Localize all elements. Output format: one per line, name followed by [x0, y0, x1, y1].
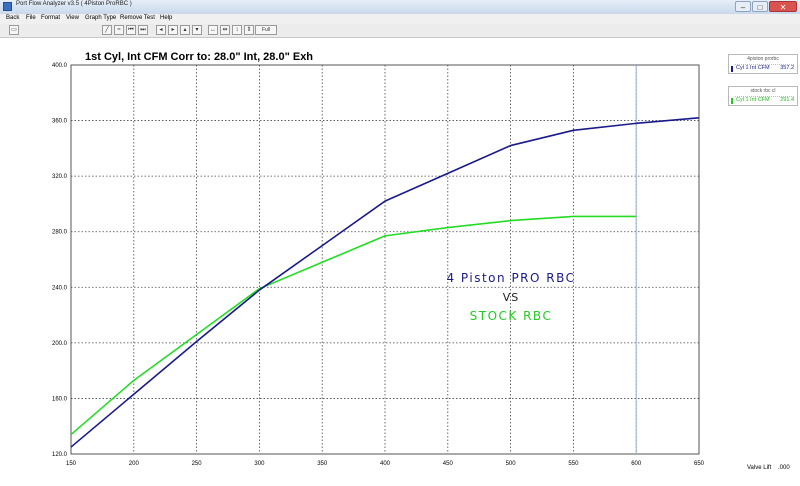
flow-chart: 150 200 250 300 350 400 450 500 550 600 650 400.0 36… — [52, 51, 790, 471]
annotation-vs: VS — [503, 291, 520, 304]
arrow-down-icon: ▾ — [195, 27, 199, 33]
menu-format[interactable]: Format — [41, 15, 60, 21]
compress-vertical-icon: ⇕ — [246, 27, 252, 33]
x-axis-label: Valve Lift — [747, 465, 772, 471]
annotation-line1: 4 Piston PRO RBC — [446, 271, 575, 285]
legend-test-title: 4piston prorbc — [747, 56, 779, 62]
legend-series-value: 357.2 — [780, 65, 794, 71]
x-tick-label: 400 — [380, 461, 391, 467]
x-tick-label: 450 — [443, 461, 454, 467]
legend-series-value: 291.4 — [780, 97, 794, 103]
prev-button[interactable]: ◂ — [156, 25, 166, 35]
close-button[interactable]: ✕ — [769, 1, 797, 12]
y-tick-label: 280.0 — [52, 230, 68, 236]
y-tick-label: 320.0 — [52, 174, 68, 180]
window-title: Port Flow Analyzer v3.5 ( 4Piston ProRBC… — [16, 1, 132, 7]
print-button[interactable]: ▭ — [9, 25, 19, 35]
x-axis-unit: .000 — [778, 465, 790, 471]
down-button[interactable]: ▾ — [192, 25, 202, 35]
x-tick-label: 350 — [317, 461, 328, 467]
arrow-right-icon: ▸ — [171, 27, 175, 33]
last-icon: ⏭ — [140, 27, 146, 33]
last-record-button[interactable]: ⏭ — [138, 25, 148, 35]
chart-ticks: 150 200 250 300 350 400 450 500 550 600 650 400.0 36… — [52, 63, 705, 467]
x-tick-label: 300 — [254, 461, 265, 467]
menu-remove-test[interactable]: Remove Test — [120, 15, 155, 21]
legend-swatch — [731, 98, 733, 104]
zoom-in-y-button[interactable]: ↕ — [232, 25, 242, 35]
y-tick-label: 200.0 — [52, 341, 68, 347]
x-tick-label: 600 — [631, 461, 642, 467]
y-tick-label: 400.0 — [52, 63, 68, 69]
first-icon: ⏮ — [128, 27, 134, 33]
y-tick-label: 160.0 — [52, 396, 68, 402]
arrow-up-icon: ▴ — [183, 27, 187, 33]
next-button[interactable]: ▸ — [168, 25, 178, 35]
x-tick-label: 650 — [694, 461, 705, 467]
x-tick-label: 500 — [506, 461, 517, 467]
chart-multi-button[interactable]: ≈ — [114, 25, 124, 35]
legend-item[interactable]: stock rbc cl Cyl 1 Int CFM 291.4 — [728, 86, 798, 106]
zoom-out-x-button[interactable]: ⇹ — [220, 25, 230, 35]
legend-series-name: Cyl 1 Int CFM — [736, 97, 770, 103]
minimize-button[interactable]: – — [735, 1, 751, 12]
x-tick-label: 150 — [66, 461, 77, 467]
full-view-button[interactable]: Full View — [255, 25, 277, 35]
legend-swatch — [731, 66, 733, 72]
app-icon — [3, 2, 12, 11]
y-tick-label: 120.0 — [52, 452, 68, 458]
y-tick-label: 360.0 — [52, 119, 68, 125]
legend-series-name: Cyl 1 Int CFM — [736, 65, 770, 71]
legend-item[interactable]: 4piston prorbc Cyl 1 Int CFM 357.2 — [728, 54, 798, 74]
expand-vertical-icon: ↕ — [235, 27, 239, 33]
menu-view[interactable]: View — [66, 15, 79, 21]
printer-icon: ▭ — [11, 27, 17, 33]
menu-graph-type[interactable]: Graph Type — [85, 15, 116, 21]
x-tick-label: 250 — [192, 461, 203, 467]
x-tick-label: 550 — [568, 461, 579, 467]
plot-frame — [70, 64, 700, 455]
title-bar: Port Flow Analyzer v3.5 ( 4Piston ProRBC… — [0, 0, 800, 15]
chart-grid — [70, 64, 700, 455]
y-tick-label: 240.0 — [52, 285, 68, 291]
line-chart-icon: ╱ — [105, 27, 109, 33]
legend-test-title: stock rbc cl — [750, 88, 776, 94]
zoom-out-y-button[interactable]: ⇕ — [244, 25, 254, 35]
annotation-line2: STOCK RBC — [470, 309, 553, 323]
menu-file[interactable]: File — [26, 15, 36, 21]
series-line-stock-rbc — [70, 215, 637, 436]
up-button[interactable]: ▴ — [180, 25, 190, 35]
compress-horizontal-icon: ⇹ — [222, 27, 228, 33]
chart-line-button[interactable]: ╱ — [102, 25, 112, 35]
x-tick-label: 200 — [129, 461, 140, 467]
menu-help[interactable]: Help — [160, 15, 172, 21]
toolbar: ▭ ╱ ≈ ⏮ ⏭ ◂ ▸ ▴ ▾ ↔ ⇹ ↕ ⇕ Full View — [0, 24, 800, 38]
zoom-in-x-button[interactable]: ↔ — [208, 25, 218, 35]
menu-back[interactable]: Back — [6, 15, 19, 21]
maximize-button[interactable]: □ — [752, 1, 768, 12]
multi-line-icon: ≈ — [117, 27, 121, 33]
chart-title: 1st Cyl, Int CFM Corr to: 28.0" Int, 28.… — [85, 51, 313, 63]
expand-horizontal-icon: ↔ — [210, 27, 216, 33]
first-record-button[interactable]: ⏮ — [126, 25, 136, 35]
arrow-left-icon: ◂ — [159, 27, 163, 33]
